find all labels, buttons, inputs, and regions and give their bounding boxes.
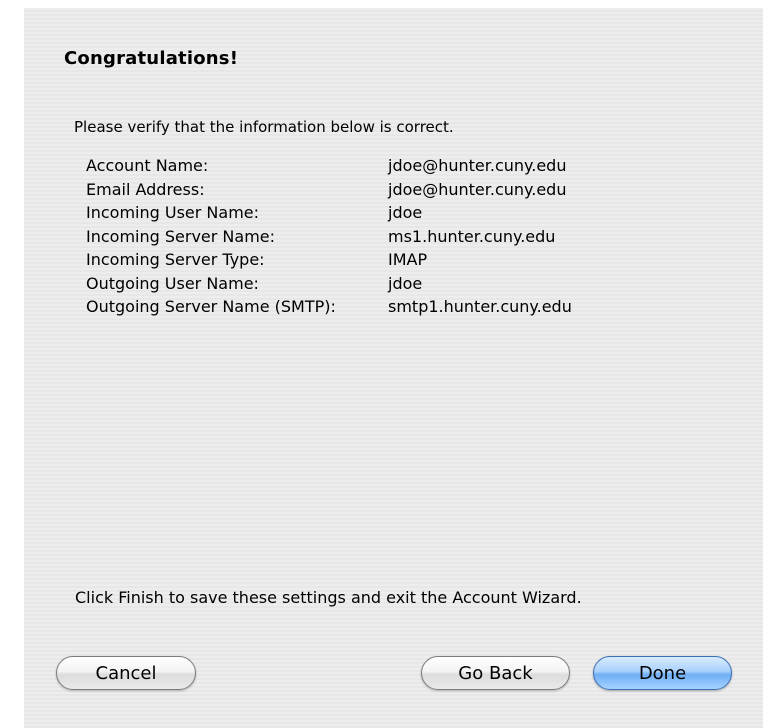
- detail-value: jdoe: [388, 203, 423, 222]
- detail-value: smtp1.hunter.cuny.edu: [388, 297, 572, 316]
- cancel-button[interactable]: Cancel: [56, 656, 196, 690]
- detail-label: Incoming Server Type:: [86, 250, 265, 269]
- detail-row-outgoing-user-name: Outgoing User Name: jdoe: [86, 272, 572, 296]
- done-button[interactable]: Done: [593, 656, 732, 690]
- detail-row-incoming-server-name: Incoming Server Name: ms1.hunter.cuny.ed…: [86, 225, 572, 249]
- detail-label: Email Address:: [86, 179, 205, 199]
- verify-instruction: Please verify that the information below…: [74, 118, 454, 136]
- account-details-table: Account Name: jdoe@hunter.cuny.edu Email…: [86, 154, 572, 319]
- detail-value: jdoe: [388, 273, 423, 293]
- detail-label: Account Name:: [86, 156, 209, 175]
- detail-label: Outgoing Server Name (SMTP):: [86, 297, 336, 316]
- account-wizard-dialog: Congratulations! Please verify that the …: [24, 8, 763, 728]
- detail-row-incoming-user-name: Incoming User Name: jdoe: [86, 201, 572, 225]
- detail-label: Incoming User Name:: [86, 203, 260, 222]
- go-back-button[interactable]: Go Back: [421, 656, 570, 690]
- detail-value: IMAP: [388, 250, 428, 269]
- detail-label: Incoming Server Name:: [86, 226, 276, 246]
- finish-instruction: Click Finish to save these settings and …: [75, 588, 582, 607]
- detail-value: ms1.hunter.cuny.edu: [388, 226, 556, 246]
- detail-row-account-name: Account Name: jdoe@hunter.cuny.edu: [86, 154, 572, 178]
- detail-row-email-address: Email Address: jdoe@hunter.cuny.edu: [86, 178, 572, 202]
- dialog-title: Congratulations!: [64, 48, 239, 69]
- detail-row-incoming-server-type: Incoming Server Type: IMAP: [86, 248, 572, 272]
- detail-row-outgoing-server-name: Outgoing Server Name (SMTP): smtp1.hunte…: [86, 295, 572, 319]
- detail-label: Outgoing User Name:: [86, 273, 259, 293]
- detail-value: jdoe@hunter.cuny.edu: [388, 179, 567, 199]
- detail-value: jdoe@hunter.cuny.edu: [388, 156, 567, 175]
